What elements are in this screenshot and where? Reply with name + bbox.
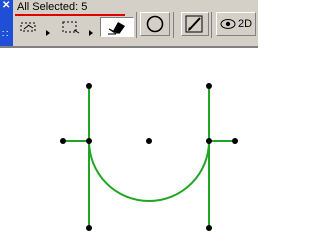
- selection-points[interactable]: [60, 83, 238, 231]
- toolbar: All Selected: 5 2D: [13, 0, 258, 46]
- hotspot-point[interactable]: [146, 138, 152, 144]
- selected-wall-shape[interactable]: [63, 86, 235, 228]
- selection-status: All Selected: 5: [17, 1, 88, 13]
- drawing-svg[interactable]: [0, 48, 258, 243]
- eraser-tool[interactable]: [100, 17, 134, 37]
- hotspot-point[interactable]: [232, 138, 238, 144]
- marquee-tool[interactable]: [15, 17, 45, 37]
- toolbar-separator: [136, 12, 137, 38]
- hotspot-point[interactable]: [86, 225, 92, 231]
- hotspot-point[interactable]: [86, 83, 92, 89]
- marquee-flyout-arrow[interactable]: [46, 30, 50, 36]
- hotspot-point[interactable]: [206, 138, 212, 144]
- close-icon[interactable]: ✕: [2, 0, 10, 12]
- pen-icon: [185, 15, 203, 33]
- circle-tool[interactable]: [140, 12, 170, 36]
- view-2d-button[interactable]: 2D: [216, 12, 256, 36]
- toolbar-separator: [211, 12, 212, 38]
- rectangle-select-flyout-arrow[interactable]: [89, 30, 93, 36]
- toolbar-separator: [173, 12, 174, 38]
- rectangle-select-tool[interactable]: [55, 17, 87, 37]
- circle-icon: [146, 15, 164, 33]
- eye-icon: [220, 19, 236, 29]
- hotspot-point[interactable]: [86, 138, 92, 144]
- hotspot-point[interactable]: [60, 138, 66, 144]
- pen-tool[interactable]: [181, 12, 209, 36]
- view-2d-label: 2D: [237, 18, 253, 30]
- hotspot-point[interactable]: [206, 83, 212, 89]
- eraser-icon: [108, 22, 125, 35]
- marquee-icon: [20, 22, 36, 32]
- grip-icon[interactable]: ∷: [2, 30, 8, 40]
- palette-titlebar[interactable]: ✕ ∷: [0, 0, 13, 46]
- dashed-rectangle-icon: [62, 21, 80, 34]
- status-underline: [15, 14, 125, 16]
- hotspot-point[interactable]: [206, 225, 212, 231]
- drawing-canvas[interactable]: [0, 48, 258, 243]
